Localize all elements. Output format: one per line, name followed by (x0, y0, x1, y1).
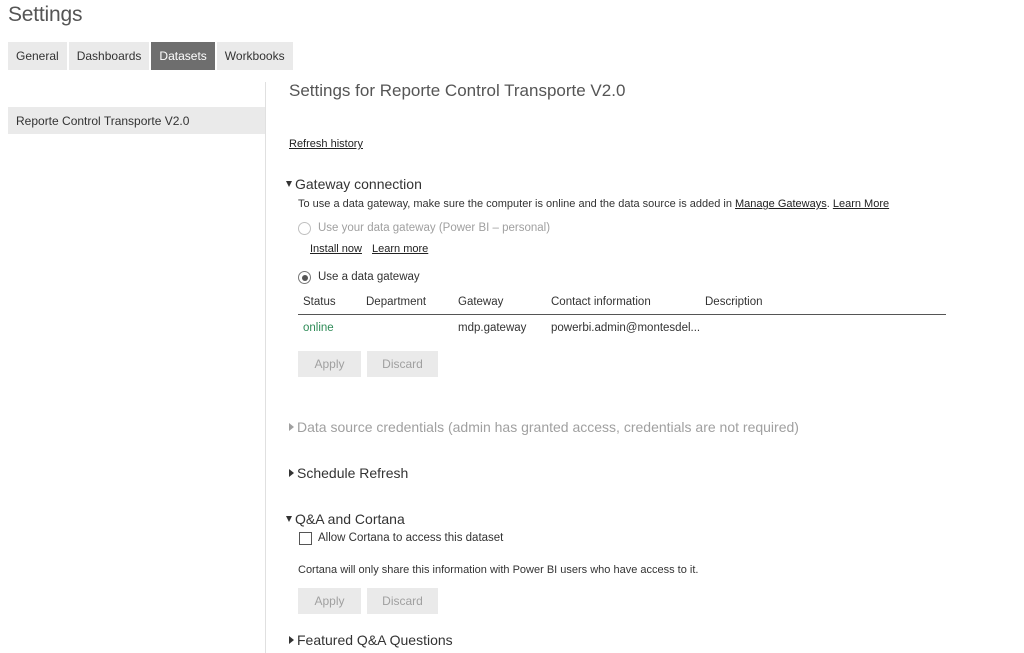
qna-header[interactable]: Q&A and Cortana (286, 511, 405, 527)
install-now-link[interactable]: Install now (310, 243, 362, 255)
collapsed-triangle-icon (289, 423, 294, 431)
collapsed-triangle-icon (289, 636, 294, 644)
tab-workbooks[interactable]: Workbooks (216, 42, 293, 70)
settings-heading: Settings for Reporte Control Transporte … (289, 81, 626, 100)
dataset-item[interactable]: Reporte Control Transporte V2.0 (8, 107, 266, 134)
page-title: Settings (8, 3, 83, 26)
personal-gateway-radio[interactable] (298, 222, 311, 235)
dataset-list: Reporte Control Transporte V2.0 (8, 107, 266, 134)
col-header-gateway: Gateway (458, 296, 504, 308)
tab-general[interactable]: General (8, 42, 67, 70)
credentials-header[interactable]: Data source credentials (admin has grant… (289, 419, 799, 435)
col-header-contact: Contact information (551, 296, 651, 308)
gateway-description: To use a data gateway, make sure the com… (298, 198, 890, 210)
collapsed-triangle-icon (289, 469, 294, 477)
tab-datasets[interactable]: Datasets (151, 42, 215, 70)
data-gateway-radio[interactable] (298, 271, 311, 284)
learn-more-link[interactable]: Learn More (833, 198, 889, 210)
table-header-divider (298, 314, 946, 315)
gateway-discard-button[interactable]: Discard (367, 351, 438, 377)
gateway-connection-header[interactable]: Gateway connection (286, 176, 422, 192)
cortana-checkbox[interactable] (299, 532, 312, 545)
qna-apply-button[interactable]: Apply (298, 588, 361, 614)
featured-qna-header[interactable]: Featured Q&A Questions (289, 632, 453, 648)
learn-more-small-link[interactable]: Learn more (372, 243, 428, 255)
data-gateway-label: Use a data gateway (318, 271, 420, 283)
refresh-history-link[interactable]: Refresh history (289, 138, 363, 150)
personal-gateway-label: Use your data gateway (Power BI – person… (318, 222, 551, 234)
expanded-triangle-icon (286, 181, 292, 187)
cell-status: online (303, 322, 334, 334)
cell-contact: powerbi.admin@montesdel... (551, 322, 701, 334)
schedule-refresh-header[interactable]: Schedule Refresh (289, 465, 408, 481)
qna-discard-button[interactable]: Discard (367, 588, 438, 614)
qna-title: Q&A and Cortana (295, 511, 405, 527)
radio-selected-dot (301, 274, 308, 281)
manage-gateways-link[interactable]: Manage Gateways (735, 198, 827, 210)
col-header-department: Department (366, 296, 427, 308)
cortana-checkbox-label: Allow Cortana to access this dataset (318, 532, 504, 544)
tab-dashboards[interactable]: Dashboards (68, 42, 150, 70)
col-header-status: Status (303, 296, 336, 308)
schedule-refresh-title: Schedule Refresh (297, 465, 409, 481)
col-header-description: Description (705, 296, 763, 308)
cell-gateway: mdp.gateway (458, 322, 527, 334)
tab-bar: General Dashboards Datasets Workbooks (8, 42, 293, 70)
gateway-apply-button[interactable]: Apply (298, 351, 361, 377)
featured-qna-title: Featured Q&A Questions (297, 632, 453, 648)
credentials-title: Data source credentials (admin has grant… (297, 419, 799, 435)
panel-divider (265, 82, 266, 653)
gateway-connection-title: Gateway connection (295, 176, 422, 192)
expanded-triangle-icon (286, 516, 292, 522)
cortana-note: Cortana will only share this information… (298, 564, 699, 576)
